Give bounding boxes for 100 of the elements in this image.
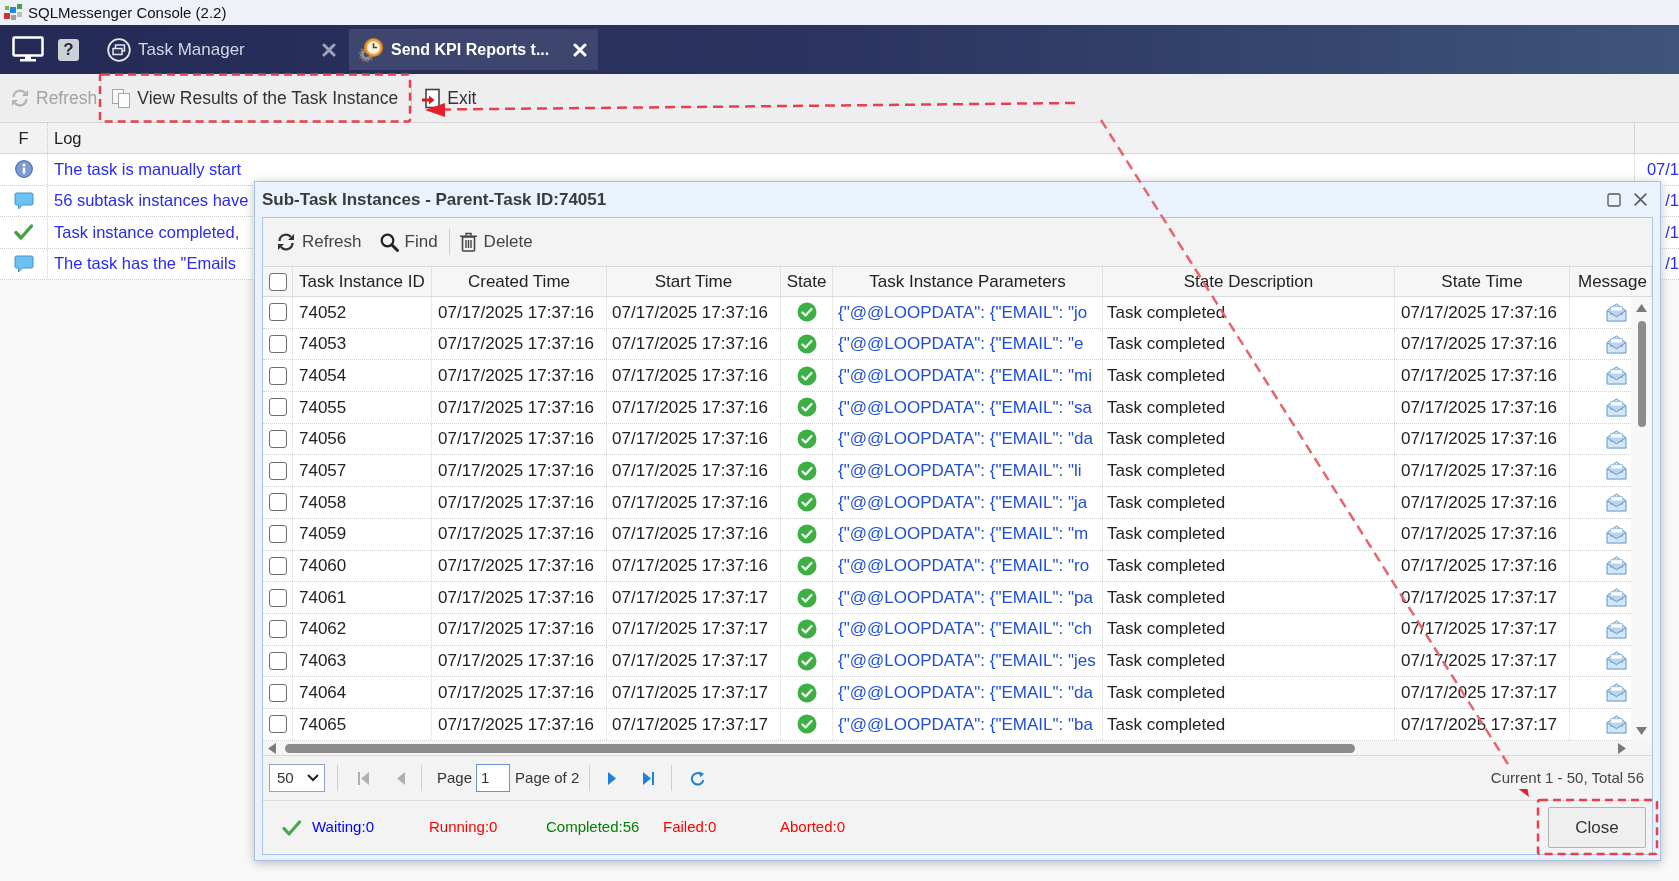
column-header: Start Time — [654, 270, 733, 293]
envelope-icon[interactable] — [1606, 492, 1627, 512]
column-header: State Time — [1441, 270, 1523, 293]
envelope-icon[interactable] — [1606, 302, 1627, 322]
checkbox[interactable] — [268, 272, 287, 291]
log-message: Task instance completed, — [54, 221, 240, 243]
column-header: Message — [1578, 270, 1647, 293]
log-time: /1 — [1665, 253, 1679, 275]
table-cell-text: 07/17/2025 17:37:16 — [1401, 396, 1557, 419]
checkbox[interactable] — [268, 556, 287, 575]
windows-circle-icon — [107, 37, 131, 62]
table-cell-text: Task completed — [1107, 586, 1226, 609]
table-cell-text: {"@@LOOPDATA": {"EMAIL": "m — [838, 523, 1089, 546]
table-cell-text: 07/17/2025 17:37:17 — [612, 586, 768, 609]
envelope-icon[interactable] — [1606, 651, 1627, 671]
column-header: State Description — [1183, 270, 1314, 293]
table-cell-text: Task completed — [1107, 681, 1226, 704]
scrollbar-thumb[interactable] — [285, 743, 1355, 753]
status-count: Running:0 — [429, 817, 498, 838]
table-cell-text: 07/17/2025 17:37:16 — [1401, 523, 1557, 546]
refresh-icon[interactable] — [690, 770, 706, 786]
refresh-icon — [276, 232, 296, 252]
envelope-icon[interactable] — [1606, 524, 1627, 544]
table-cell-text: 07/17/2025 17:37:16 — [438, 491, 594, 514]
refresh-button[interactable]: Refresh — [273, 225, 365, 259]
envelope-icon[interactable] — [1606, 461, 1627, 481]
page-label: Page — [437, 767, 473, 788]
column-header: Log — [54, 127, 82, 149]
envelope-icon[interactable] — [1606, 714, 1627, 734]
refresh-icon — [10, 88, 30, 108]
maximize-icon[interactable] — [1607, 192, 1621, 207]
status-count: Aborted:0 — [780, 817, 846, 838]
chevron-down-icon — [307, 774, 319, 782]
checkbox[interactable] — [268, 335, 287, 354]
table-cell-text: {"@@LOOPDATA": {"EMAIL": "ba — [838, 713, 1093, 736]
log-message: The task has the "Emails — [54, 253, 236, 275]
monitor-icon[interactable] — [12, 36, 44, 63]
table-cell-text: {"@@LOOPDATA": {"EMAIL": "ja — [838, 491, 1088, 514]
table-cell-text: Task completed — [1107, 618, 1226, 641]
checkbox[interactable] — [268, 588, 287, 607]
table-cell-text: Task completed — [1107, 650, 1226, 673]
checkbox[interactable] — [268, 493, 287, 512]
table-cell-text: 07/17/2025 17:37:16 — [612, 491, 768, 514]
table-cell-text: 74062 — [299, 618, 347, 641]
help-icon[interactable]: ? — [58, 38, 79, 61]
find-button[interactable]: Find — [376, 225, 441, 259]
envelope-icon[interactable] — [1606, 334, 1627, 354]
next-icon[interactable] — [608, 771, 617, 785]
scroll-up-icon[interactable] — [1636, 304, 1647, 312]
app-logo-icon — [3, 2, 23, 23]
speech-bubble-icon — [13, 254, 34, 273]
tab[interactable]: Task Manager — [98, 29, 347, 70]
checkmark-icon — [14, 224, 33, 241]
table-cell-text: {"@@LOOPDATA": {"EMAIL": "jes — [838, 650, 1096, 673]
envelope-icon[interactable] — [1606, 619, 1627, 639]
trash-icon — [458, 232, 478, 252]
page-count: Page of 2 — [515, 767, 580, 788]
close-button[interactable]: Close — [1548, 807, 1646, 848]
checkbox[interactable] — [268, 366, 287, 385]
checkbox[interactable] — [268, 525, 287, 544]
close-icon[interactable] — [1633, 192, 1648, 207]
table-cell-text: Task completed — [1107, 301, 1226, 324]
clock-gear-icon — [358, 36, 384, 63]
envelope-icon[interactable] — [1606, 556, 1627, 576]
table-cell-text: 07/17/2025 17:37:16 — [438, 460, 594, 483]
page-field[interactable]: 1 — [476, 764, 511, 792]
table-cell-text: Task completed — [1107, 396, 1226, 419]
checkbox[interactable] — [268, 620, 287, 639]
envelope-icon[interactable] — [1606, 588, 1627, 608]
checkbox[interactable] — [268, 651, 287, 670]
table-cell-text: 07/17/2025 17:37:16 — [438, 333, 594, 356]
scroll-right-icon[interactable] — [1618, 742, 1626, 754]
envelope-icon[interactable] — [1606, 366, 1627, 386]
table-cell-text: 07/17/2025 17:37:16 — [612, 460, 768, 483]
scroll-down-icon[interactable] — [1636, 727, 1647, 735]
status-count: Waiting:0 — [312, 817, 374, 838]
checkbox[interactable] — [268, 303, 287, 322]
page-summary: Current 1 - 50, Total 56 — [1490, 766, 1644, 790]
table-cell-text: 07/17/2025 17:37:16 — [1401, 333, 1557, 356]
envelope-icon[interactable] — [1606, 397, 1627, 417]
table-cell-text: 07/17/2025 17:37:16 — [438, 555, 594, 578]
table-cell-text: {"@@LOOPDATA": {"EMAIL": "da — [838, 428, 1093, 451]
checkbox[interactable] — [268, 430, 287, 449]
checkbox[interactable] — [268, 683, 287, 702]
page-size-select[interactable]: 50 — [269, 764, 325, 792]
envelope-icon[interactable] — [1606, 683, 1627, 703]
checkbox[interactable] — [268, 715, 287, 734]
table-cell-text: 74053 — [299, 333, 347, 356]
envelope-icon[interactable] — [1606, 429, 1627, 449]
scroll-left-icon[interactable] — [268, 742, 276, 754]
table-cell-text: 07/17/2025 17:37:16 — [438, 364, 594, 387]
checkbox[interactable] — [268, 398, 287, 417]
close-icon[interactable] — [322, 42, 336, 57]
checkbox[interactable] — [268, 461, 287, 480]
scrollbar-thumb[interactable] — [1637, 321, 1646, 427]
skip-last-icon[interactable] — [643, 771, 655, 785]
tab[interactable]: Send KPI Reports t... — [349, 29, 598, 70]
delete-button[interactable]: Delete — [455, 225, 536, 259]
table-cell-text: 07/17/2025 17:37:16 — [612, 555, 768, 578]
view-results-button[interactable]: View Results of the Task Instance — [106, 79, 404, 117]
